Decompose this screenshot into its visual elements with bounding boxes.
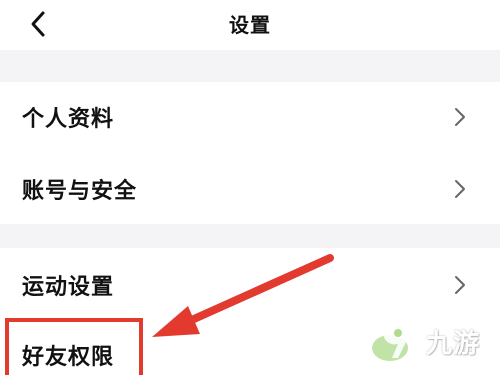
- settings-screen: 设置 个人资料 账号与安全 运动设置 好友权限 九游: [0, 0, 500, 375]
- watermark: 九游: [368, 310, 498, 372]
- watermark-text: 九游: [426, 328, 481, 359]
- nine-game-logo-icon: [372, 323, 408, 361]
- highlight-box: [5, 318, 143, 375]
- settings-item-account-security[interactable]: 账号与安全: [0, 154, 500, 224]
- page-title: 设置: [229, 13, 271, 37]
- header-bar: 设置: [0, 0, 500, 50]
- settings-item-label: 运动设置: [22, 275, 115, 300]
- chevron-right-icon: [455, 108, 465, 126]
- settings-group-account: 个人资料 账号与安全: [0, 82, 500, 224]
- settings-item-profile[interactable]: 个人资料: [0, 82, 500, 152]
- chevron-right-icon: [455, 276, 465, 294]
- settings-item-label: 个人资料: [22, 107, 115, 132]
- settings-item-label: 账号与安全: [22, 179, 138, 204]
- chevron-right-icon: [455, 180, 465, 198]
